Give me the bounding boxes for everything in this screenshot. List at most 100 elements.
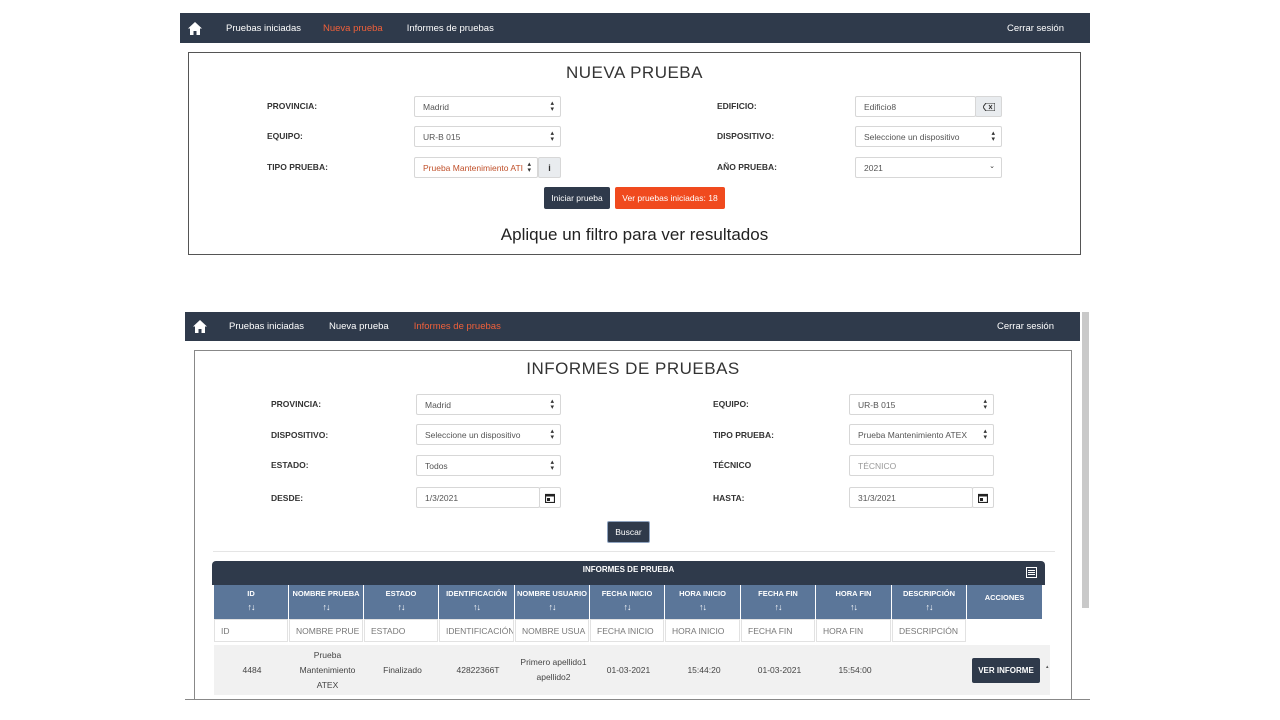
col-estado[interactable]: ESTADO ↑↓: [364, 585, 439, 619]
chevron-down-icon: ⌄: [989, 163, 995, 170]
sort-icon: ↑↓: [397, 602, 406, 612]
col-identificacion[interactable]: IDENTIFICACIÓN ↑↓: [439, 585, 515, 619]
provincia-select[interactable]: Madrid ▴ ▾: [414, 96, 561, 117]
cell-nombre-prueba: Prueba Mantenimiento ATEX: [299, 649, 356, 690]
logout-link[interactable]: Cerrar sesión: [1007, 23, 1064, 34]
desde-date-input[interactable]: 1/3/2021: [416, 487, 540, 508]
table-scroll-indicator[interactable]: ▴: [1046, 645, 1051, 695]
info-icon[interactable]: i: [538, 157, 561, 178]
tipo-prueba-select[interactable]: Prueba Mantenimiento ATI ▴ ▾: [414, 157, 538, 178]
filter-identificacion[interactable]: IDENTIFICACIÓN: [439, 619, 514, 642]
select-caret-icon: ▴ ▾: [550, 459, 554, 472]
provincia-select[interactable]: Madrid ▴ ▾: [416, 394, 561, 415]
divider: [213, 551, 1055, 552]
select-caret-icon: ▴ ▾: [550, 398, 554, 411]
provincia-label: PROVINCIA:: [271, 399, 322, 409]
clear-icon[interactable]: [975, 96, 1002, 117]
filter-nombre-usuario[interactable]: NOMBRE USUA: [515, 619, 589, 642]
select-caret-icon: ▴ ▾: [991, 130, 995, 143]
filter-descripcion[interactable]: DESCRIPCIÓN: [892, 619, 966, 642]
sort-icon: ↑↓: [322, 602, 331, 612]
sort-icon: ↑↓: [774, 602, 783, 612]
select-caret-icon: ▴ ▾: [550, 100, 554, 113]
sort-icon: ↑↓: [850, 602, 858, 612]
col-fecha-fin[interactable]: FECHA FIN ↑↓: [741, 585, 816, 619]
column-menu-icon[interactable]: [1026, 567, 1037, 578]
sort-icon: ↑↓: [247, 602, 256, 612]
nav-pruebas-iniciadas[interactable]: Pruebas iniciadas: [229, 321, 304, 332]
table-title-bar: INFORMES DE PRUEBA: [212, 561, 1045, 585]
col-descripcion[interactable]: DESCRIPCIÓN ↑↓: [892, 585, 967, 619]
cell-identificacion: 42822366T: [456, 664, 500, 675]
nav-informes-pruebas[interactable]: Informes de pruebas: [407, 23, 494, 34]
bottom-navbar: Pruebas iniciadas Nueva prueba Informes …: [185, 312, 1080, 341]
dispositivo-label: DISPOSITIVO:: [271, 430, 329, 440]
tipo-prueba-label: TIPO PRUEBA:: [713, 430, 774, 440]
filter-hora-inicio[interactable]: HORA INICIO: [665, 619, 740, 642]
col-fecha-inicio[interactable]: FECHA INICIO ↑↓: [590, 585, 665, 619]
sort-icon: ↑↓: [473, 602, 481, 612]
sort-icon: ↑↓: [699, 602, 707, 612]
sort-icon: ↑↓: [548, 602, 557, 612]
dispositivo-label: DISPOSITIVO:: [717, 131, 775, 141]
ver-pruebas-iniciadas-button[interactable]: Ver pruebas iniciadas: 18: [615, 187, 725, 209]
col-acciones: ACCIONES: [967, 585, 1043, 619]
edificio-label: EDIFICIO:: [717, 101, 757, 111]
tecnico-label: TÉCNICO: [713, 460, 752, 470]
col-hora-fin[interactable]: HORA FIN ↑↓: [816, 585, 892, 619]
sort-icon: ↑↓: [623, 602, 632, 612]
equipo-select[interactable]: UR-B 015 ▴ ▾: [849, 394, 994, 415]
select-caret-icon: ▴ ▾: [550, 130, 554, 143]
equipo-label: EQUIPO:: [267, 131, 303, 141]
table-title: INFORMES DE PRUEBA: [582, 565, 675, 574]
cell-acciones: VER INFORME: [968, 645, 1044, 695]
desde-label: DESDE:: [271, 493, 304, 503]
select-caret-icon: ▴ ▾: [550, 428, 554, 441]
nav-nueva-prueba[interactable]: Nueva prueba: [329, 321, 389, 332]
filter-fecha-fin[interactable]: FECHA FIN: [741, 619, 815, 642]
dispositivo-select[interactable]: Seleccione un dispositivo ▴ ▾: [855, 126, 1002, 147]
tipo-prueba-label: TIPO PRUEBA:: [267, 162, 328, 172]
iniciar-prueba-button[interactable]: Iniciar prueba: [544, 187, 610, 209]
col-id[interactable]: ID ↑↓: [214, 585, 289, 619]
informes-panel: INFORMES DE PRUEBAS PROVINCIA: Madrid ▴ ▾ …: [194, 350, 1072, 700]
equipo-label: EQUIPO:: [713, 399, 749, 409]
ver-informe-button[interactable]: VER INFORME: [972, 657, 1040, 683]
filter-nombre-prueba[interactable]: NOMBRE PRUE: [289, 619, 363, 642]
home-icon[interactable]: [180, 21, 210, 35]
cell-hora-fin: 15:54:00: [838, 664, 872, 675]
bottom-edge-line: [185, 699, 1090, 700]
cell-hora-inicio: 15:44:20: [687, 664, 721, 675]
select-caret-icon: ▴ ▾: [983, 428, 987, 441]
filter-fecha-inicio[interactable]: FECHA INICIO: [590, 619, 664, 642]
cell-fecha-inicio: 01-03-2021: [606, 664, 651, 675]
window-scrollbar[interactable]: [1082, 312, 1089, 608]
filter-id[interactable]: ID: [214, 619, 288, 642]
dispositivo-select[interactable]: Seleccione un dispositivo ▴ ▾: [416, 424, 561, 445]
col-nombre-prueba[interactable]: NOMBRE PRUEBA ↑↓: [289, 585, 364, 619]
top-navbar: Pruebas iniciadas Nueva prueba Informes …: [180, 13, 1090, 43]
estado-select[interactable]: Todos ▴ ▾: [416, 455, 561, 476]
tipo-prueba-select[interactable]: Prueba Mantenimiento ATEX ▴ ▾: [849, 424, 994, 445]
equipo-select[interactable]: UR-B 015 ▴ ▾: [414, 126, 561, 147]
col-hora-inicio[interactable]: HORA INICIO ↑↓: [665, 585, 741, 619]
nav-nueva-prueba[interactable]: Nueva prueba: [323, 23, 383, 34]
select-caret-icon: ▴ ▾: [983, 398, 987, 411]
provincia-label: PROVINCIA:: [267, 101, 318, 111]
hasta-date-input[interactable]: 31/3/2021: [849, 487, 973, 508]
logout-link[interactable]: Cerrar sesión: [997, 321, 1054, 332]
filter-hint: Aplique un filtro para ver resultados: [500, 225, 769, 244]
calendar-icon[interactable]: [539, 487, 561, 508]
estado-label: ESTADO:: [271, 460, 309, 470]
home-icon[interactable]: [185, 320, 215, 333]
anio-prueba-select[interactable]: 2021 ⌄: [855, 157, 1002, 178]
buscar-button[interactable]: Buscar: [607, 521, 650, 543]
col-nombre-usuario[interactable]: NOMBRE USUARIO ↑↓: [515, 585, 590, 619]
tecnico-input[interactable]: TÉCNICO: [849, 455, 994, 476]
edificio-input[interactable]: Edificio8: [855, 96, 976, 117]
calendar-icon[interactable]: [972, 487, 994, 508]
filter-hora-fin[interactable]: HORA FIN: [816, 619, 891, 642]
nav-informes-pruebas[interactable]: Informes de pruebas: [414, 321, 501, 332]
nav-pruebas-iniciadas[interactable]: Pruebas iniciadas: [226, 23, 301, 34]
filter-estado[interactable]: ESTADO: [364, 619, 438, 642]
